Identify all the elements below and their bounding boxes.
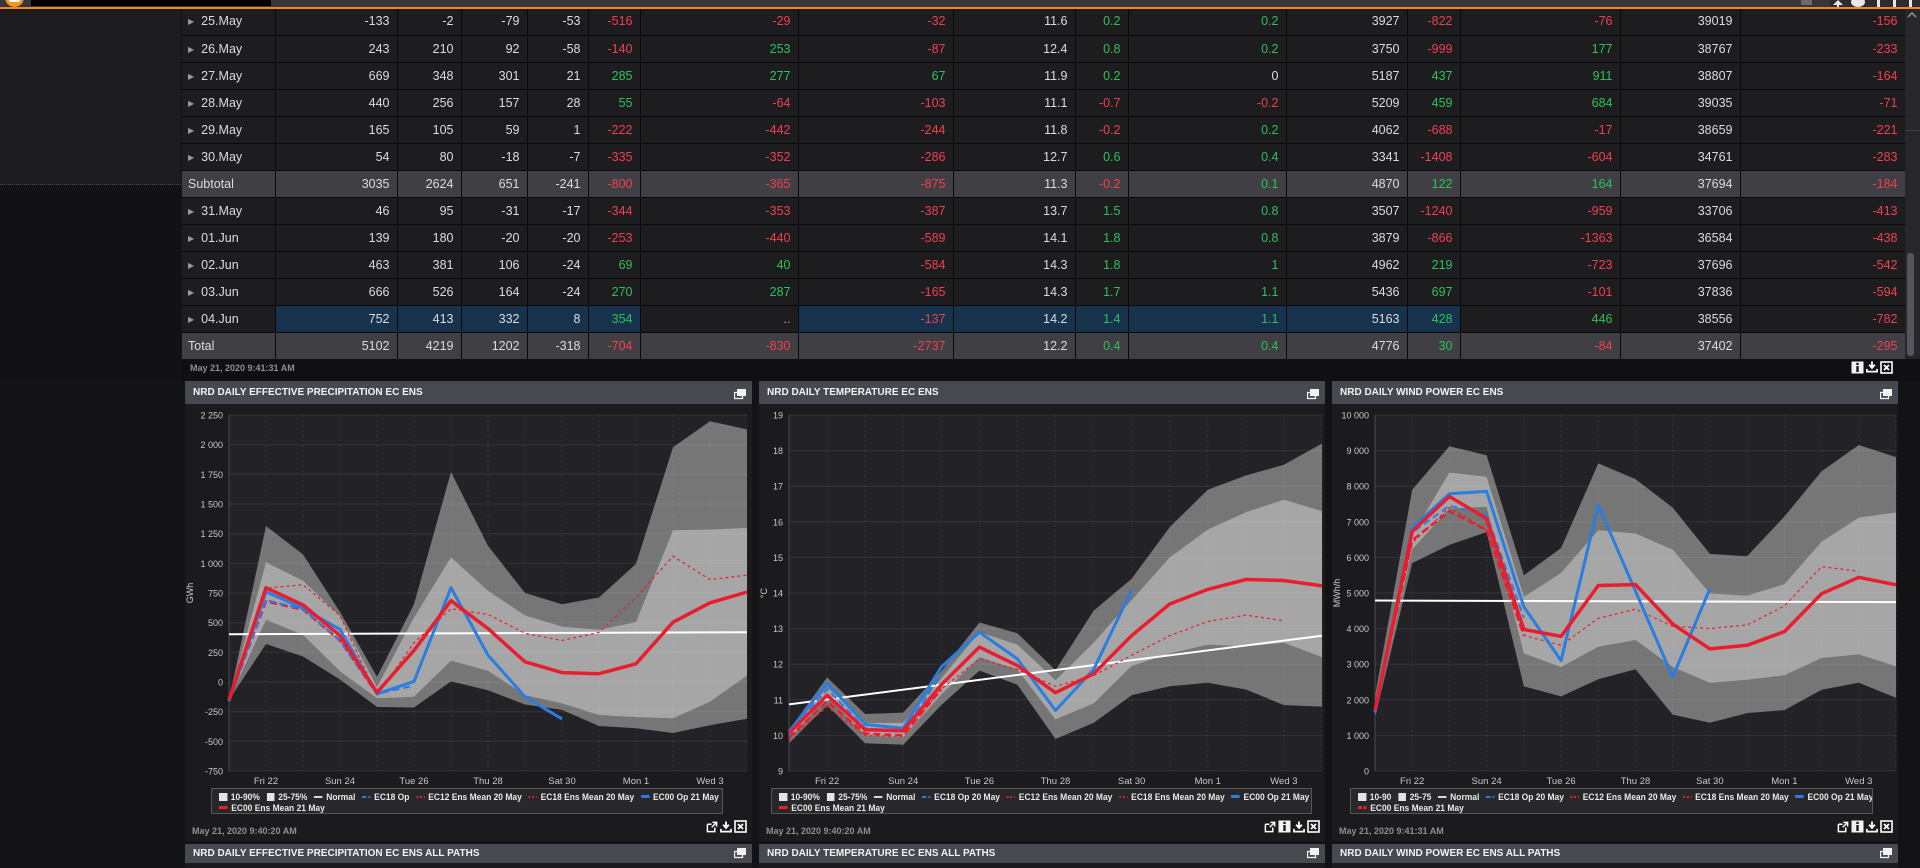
svg-text:Fri 22: Fri 22 [815, 776, 839, 787]
svg-text:19: 19 [773, 411, 783, 421]
svg-text:15: 15 [773, 553, 783, 563]
svg-text:10 000: 10 000 [1341, 411, 1369, 421]
svg-text:750: 750 [208, 589, 223, 599]
svg-text:1 500: 1 500 [200, 500, 223, 510]
svg-text:Sun 24: Sun 24 [888, 776, 918, 787]
svg-text:10: 10 [773, 731, 783, 741]
svg-text:9 000: 9 000 [1346, 446, 1369, 456]
svg-text:9: 9 [778, 767, 783, 777]
svg-text:Tue 26: Tue 26 [965, 776, 994, 787]
svg-text:Sun 24: Sun 24 [1472, 776, 1502, 787]
svg-text:Tue 26: Tue 26 [1546, 776, 1575, 787]
svg-text:16: 16 [773, 517, 783, 527]
svg-text:°C: °C [759, 587, 769, 598]
svg-text:Thu 28: Thu 28 [1041, 776, 1071, 787]
svg-text:0: 0 [1364, 767, 1369, 777]
svg-text:-250: -250 [205, 707, 223, 717]
svg-text:4 000: 4 000 [1346, 624, 1369, 634]
svg-text:250: 250 [208, 648, 223, 658]
svg-text:Thu 28: Thu 28 [473, 776, 503, 787]
svg-text:-500: -500 [205, 737, 223, 747]
svg-text:5 000: 5 000 [1346, 589, 1369, 599]
svg-text:Tue 26: Tue 26 [399, 776, 428, 787]
svg-text:Wed 3: Wed 3 [1270, 776, 1297, 787]
svg-text:Thu 28: Thu 28 [1621, 776, 1651, 787]
svg-text:Sat 30: Sat 30 [1118, 776, 1145, 787]
svg-text:11: 11 [774, 695, 783, 705]
svg-text:13: 13 [773, 624, 783, 634]
svg-text:17: 17 [773, 482, 783, 492]
svg-text:Fri 22: Fri 22 [1400, 776, 1424, 787]
svg-text:Sat 30: Sat 30 [548, 776, 575, 787]
svg-text:Mon 1: Mon 1 [623, 776, 649, 787]
svg-text:Sun 24: Sun 24 [325, 776, 355, 787]
svg-text:Mon 1: Mon 1 [1771, 776, 1797, 787]
svg-text:0: 0 [218, 678, 223, 688]
svg-text:18: 18 [773, 446, 783, 456]
svg-text:12: 12 [773, 660, 783, 670]
svg-text:1 750: 1 750 [200, 470, 223, 480]
svg-text:6 000: 6 000 [1346, 553, 1369, 563]
svg-text:-750: -750 [205, 767, 223, 777]
svg-text:Sat 30: Sat 30 [1696, 776, 1723, 787]
svg-text:7 000: 7 000 [1346, 517, 1369, 527]
svg-text:1 250: 1 250 [200, 529, 223, 539]
svg-text:1 000: 1 000 [200, 559, 223, 569]
svg-text:MWh/h: MWh/h [1332, 579, 1342, 608]
svg-text:14: 14 [773, 589, 783, 599]
svg-text:Wed 3: Wed 3 [696, 776, 723, 787]
svg-text:1 000: 1 000 [1346, 731, 1369, 741]
svg-text:Mon 1: Mon 1 [1195, 776, 1221, 787]
svg-text:Wed 3: Wed 3 [1845, 776, 1872, 787]
svg-text:2 250: 2 250 [200, 411, 223, 421]
svg-text:GWh: GWh [185, 583, 195, 604]
svg-text:500: 500 [208, 618, 223, 628]
svg-text:Fri 22: Fri 22 [254, 776, 278, 787]
svg-text:3 000: 3 000 [1346, 660, 1369, 670]
svg-text:2 000: 2 000 [1346, 695, 1369, 705]
svg-text:2 000: 2 000 [200, 440, 223, 450]
svg-text:8 000: 8 000 [1346, 482, 1369, 492]
